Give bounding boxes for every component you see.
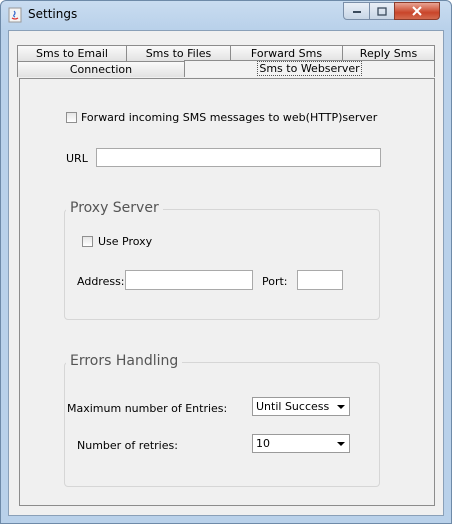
max-entries-label: Maximum number of Entries:: [67, 402, 228, 415]
tab-label: Sms to Webserver: [257, 61, 362, 76]
errors-handling-title: Errors Handling: [66, 353, 183, 369]
use-proxy-label: Use Proxy: [98, 235, 153, 248]
address-input[interactable]: [125, 270, 253, 290]
port-input[interactable]: [297, 270, 343, 290]
port-label: Port:: [262, 275, 288, 288]
close-button[interactable]: [394, 2, 440, 20]
title-bar[interactable]: Settings: [1, 1, 451, 29]
proxy-server-group: Proxy Server Use Proxy Address: Port:: [64, 200, 380, 320]
settings-window: Settings Sms to Email Sms to Files Forwa…: [0, 0, 452, 524]
chevron-down-icon: [337, 405, 345, 409]
retries-label: Number of retries:: [77, 439, 178, 452]
tab-reply-sms[interactable]: Reply Sms: [342, 45, 435, 61]
tab-connection[interactable]: Connection: [17, 61, 185, 77]
retries-select[interactable]: 10: [252, 434, 350, 453]
close-icon: [412, 6, 422, 16]
tab-panel-sms-to-webserver: Forward incoming SMS messages to web(HTT…: [19, 78, 435, 506]
minimize-button[interactable]: [343, 2, 370, 20]
max-entries-select[interactable]: Until Success: [252, 397, 350, 416]
retries-value: 10: [256, 437, 270, 450]
window-title: Settings: [28, 7, 78, 21]
max-entries-value: Until Success: [256, 400, 330, 413]
tab-label: Forward Sms: [250, 47, 323, 60]
tab-label: Sms to Files: [145, 47, 212, 60]
use-proxy-checkbox[interactable]: [82, 236, 93, 247]
maximize-icon: [377, 6, 387, 16]
url-input[interactable]: [96, 148, 381, 167]
java-app-icon: [8, 7, 22, 23]
tab-sms-to-files[interactable]: Sms to Files: [126, 45, 231, 61]
forward-sms-label: Forward incoming SMS messages to web(HTT…: [81, 111, 378, 124]
tab-label: Sms to Email: [36, 47, 108, 60]
errors-handling-group: Errors Handling Maximum number of Entrie…: [64, 353, 380, 487]
window-client-area: Sms to Email Sms to Files Forward Sms Re…: [8, 30, 444, 516]
chevron-down-icon: [337, 442, 345, 446]
tab-sms-to-email[interactable]: Sms to Email: [17, 45, 127, 61]
tab-label: Reply Sms: [359, 47, 418, 60]
tab-sms-to-webserver[interactable]: Sms to Webserver: [184, 60, 435, 77]
tab-label: Connection: [69, 63, 133, 76]
url-label: URL: [66, 152, 88, 165]
minimize-icon: [352, 11, 361, 13]
tab-forward-sms[interactable]: Forward Sms: [230, 45, 343, 61]
maximize-button[interactable]: [369, 2, 395, 20]
proxy-server-title: Proxy Server: [66, 200, 163, 216]
forward-sms-checkbox[interactable]: [66, 112, 77, 123]
address-label: Address:: [77, 275, 125, 288]
